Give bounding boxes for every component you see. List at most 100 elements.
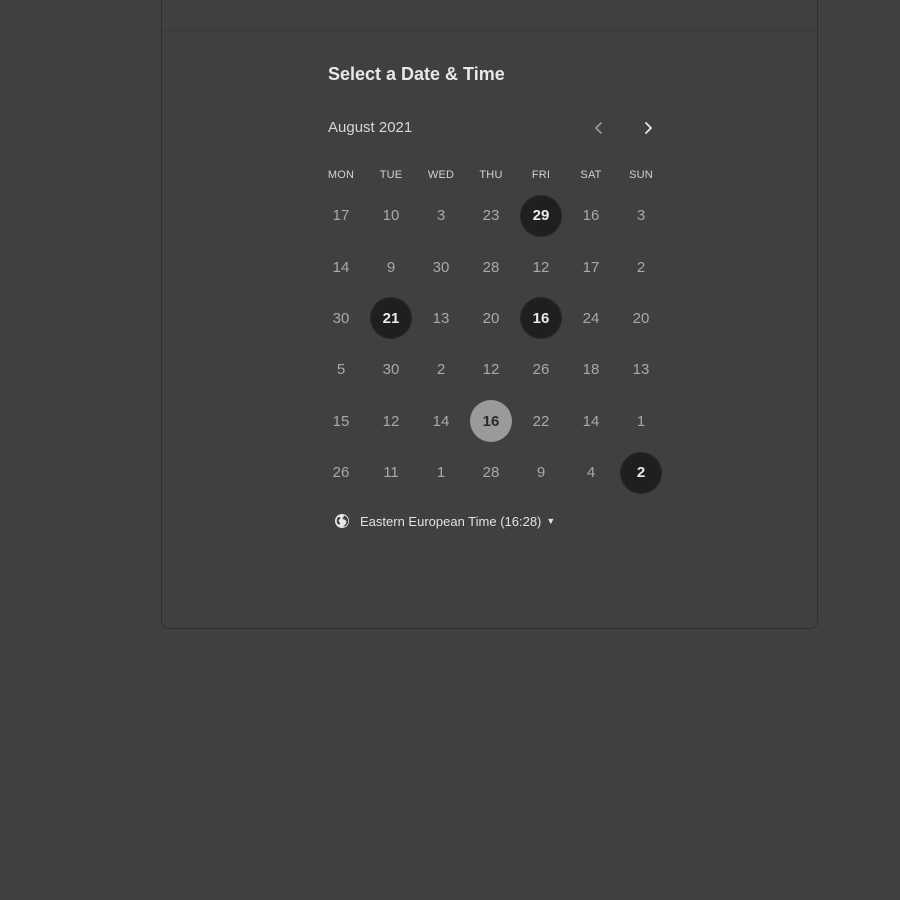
calendar-day-number: 22 [532, 412, 550, 430]
calendar-day: 3 [416, 190, 466, 241]
calendar-day: 1 [616, 396, 666, 447]
calendar-day: 24 [566, 293, 616, 344]
chevron-right-icon [645, 122, 652, 134]
calendar-day: 15 [316, 396, 366, 447]
calendar-day: 2 [416, 344, 466, 395]
caret-down-icon: ▼ [546, 516, 556, 526]
calendar-day-number: 9 [536, 464, 546, 482]
month-label: August 2021 [328, 119, 413, 136]
calendar-day: 14 [416, 396, 466, 447]
calendar-week: 15 12 14 16 22 14 1 [316, 396, 666, 447]
calendar-day-number: 29 [520, 194, 562, 237]
globe-icon [335, 514, 349, 528]
calendar-day-available[interactable]: 29 [516, 190, 566, 241]
calendar-day-number: 10 [382, 207, 400, 225]
calendar-day-number: 11 [383, 464, 399, 482]
calendar-day-number: 20 [482, 309, 500, 327]
weekday-label: FRI [531, 169, 551, 181]
calendar-day: 17 [566, 241, 616, 292]
calendar-week: 30 21 13 20 16 24 20 [316, 293, 666, 344]
calendar-week: 14 9 30 28 12 17 2 [316, 241, 666, 292]
weekday-label: SAT [580, 169, 602, 181]
calendar-day-available[interactable]: 21 [366, 293, 416, 344]
calendar-day: 2 [616, 241, 666, 292]
calendar-day-available[interactable]: 2 [616, 447, 666, 498]
calendar-day-number: 1 [436, 464, 446, 482]
calendar-day-number: 30 [382, 361, 400, 379]
calendar-day: 17 [316, 190, 366, 241]
calendar-day-number: 4 [586, 464, 596, 482]
calendar-week: 17 10 3 23 29 16 3 [316, 190, 666, 241]
calendar-grid: MON TUE WED THU FRI SAT SUN 17 10 3 23 29 16 3… [316, 164, 666, 498]
calendar-day: 26 [316, 447, 366, 498]
calendar-day-number: 17 [582, 258, 600, 276]
calendar-day-number: 13 [632, 361, 650, 379]
calendar-day-number: 12 [482, 361, 500, 379]
prev-month-button[interactable] [588, 117, 610, 139]
calendar-day-number: 12 [532, 258, 550, 276]
weekday-label: WED [427, 169, 455, 181]
calendar-day: 5 [316, 344, 366, 395]
calendar-day: 12 [366, 396, 416, 447]
calendar-day: 20 [616, 293, 666, 344]
calendar-day-number: 28 [482, 258, 500, 276]
calendar-day: 9 [516, 447, 566, 498]
calendar-day-selected[interactable]: 16 [466, 396, 516, 447]
weekday-header: MON TUE WED THU FRI SAT SUN [316, 164, 666, 186]
calendar-day-number: 3 [636, 207, 646, 225]
calendar-day-number: 3 [436, 207, 446, 225]
calendar-day-number: 17 [332, 207, 350, 225]
weekday-label: MON [327, 169, 355, 181]
calendar-day: 16 [566, 190, 616, 241]
calendar-day: 28 [466, 447, 516, 498]
calendar-day-number: 14 [332, 258, 350, 276]
calendar-day: 18 [566, 344, 616, 395]
calendar-day: 9 [366, 241, 416, 292]
calendar-week: 5 30 2 12 26 18 13 [316, 344, 666, 395]
card-divider [162, 30, 817, 31]
calendar-day-number: 21 [370, 297, 412, 340]
calendar-day-number: 5 [336, 361, 346, 379]
calendar-day: 12 [516, 241, 566, 292]
calendar-day-number: 16 [582, 207, 600, 225]
calendar-day-number: 15 [332, 412, 350, 430]
next-month-button[interactable] [637, 117, 659, 139]
calendar-day-number: 14 [582, 412, 600, 430]
calendar-day-number: 23 [482, 207, 500, 225]
calendar-day: 30 [416, 241, 466, 292]
calendar-day-number: 16 [470, 400, 512, 443]
calendar-day: 11 [366, 447, 416, 498]
calendar-day-number: 26 [332, 464, 350, 482]
calendar-day-number: 30 [432, 258, 450, 276]
calendar-day: 26 [516, 344, 566, 395]
calendar-day: 13 [416, 293, 466, 344]
calendar-day-number: 14 [432, 412, 450, 430]
calendar-day-number: 24 [582, 309, 600, 327]
calendar-day-number: 1 [636, 412, 646, 430]
month-navigation: August 2021 [328, 117, 658, 139]
timezone-selector[interactable]: Eastern European Time (16:28) ▼ [334, 511, 555, 531]
scheduler-card: Select a Date & Time August 2021 MON TUE… [161, 0, 818, 629]
calendar-week: 26 11 1 28 9 4 2 [316, 447, 666, 498]
calendar-day: 10 [366, 190, 416, 241]
calendar-day: 14 [316, 241, 366, 292]
calendar-days: 17 10 3 23 29 16 3 14 9 30 28 12 17 2 30 21 13 20 16 24 20 5 3… [316, 190, 666, 498]
calendar-day-number: 28 [482, 464, 500, 482]
weekday-label: THU [479, 169, 503, 181]
calendar-day-number: 13 [432, 309, 450, 327]
calendar-day-number: 2 [436, 361, 446, 379]
calendar-day: 1 [416, 447, 466, 498]
calendar-day: 30 [316, 293, 366, 344]
calendar-day-number: 20 [632, 309, 650, 327]
calendar-day-available[interactable]: 16 [516, 293, 566, 344]
calendar-day: 20 [466, 293, 516, 344]
calendar-day-number: 26 [532, 361, 550, 379]
calendar-day: 4 [566, 447, 616, 498]
calendar-day: 22 [516, 396, 566, 447]
calendar-day: 14 [566, 396, 616, 447]
calendar-day: 28 [466, 241, 516, 292]
calendar-day: 23 [466, 190, 516, 241]
calendar-day-number: 2 [620, 451, 662, 494]
chevron-left-icon [595, 122, 602, 134]
weekday-label: SUN [629, 169, 653, 181]
